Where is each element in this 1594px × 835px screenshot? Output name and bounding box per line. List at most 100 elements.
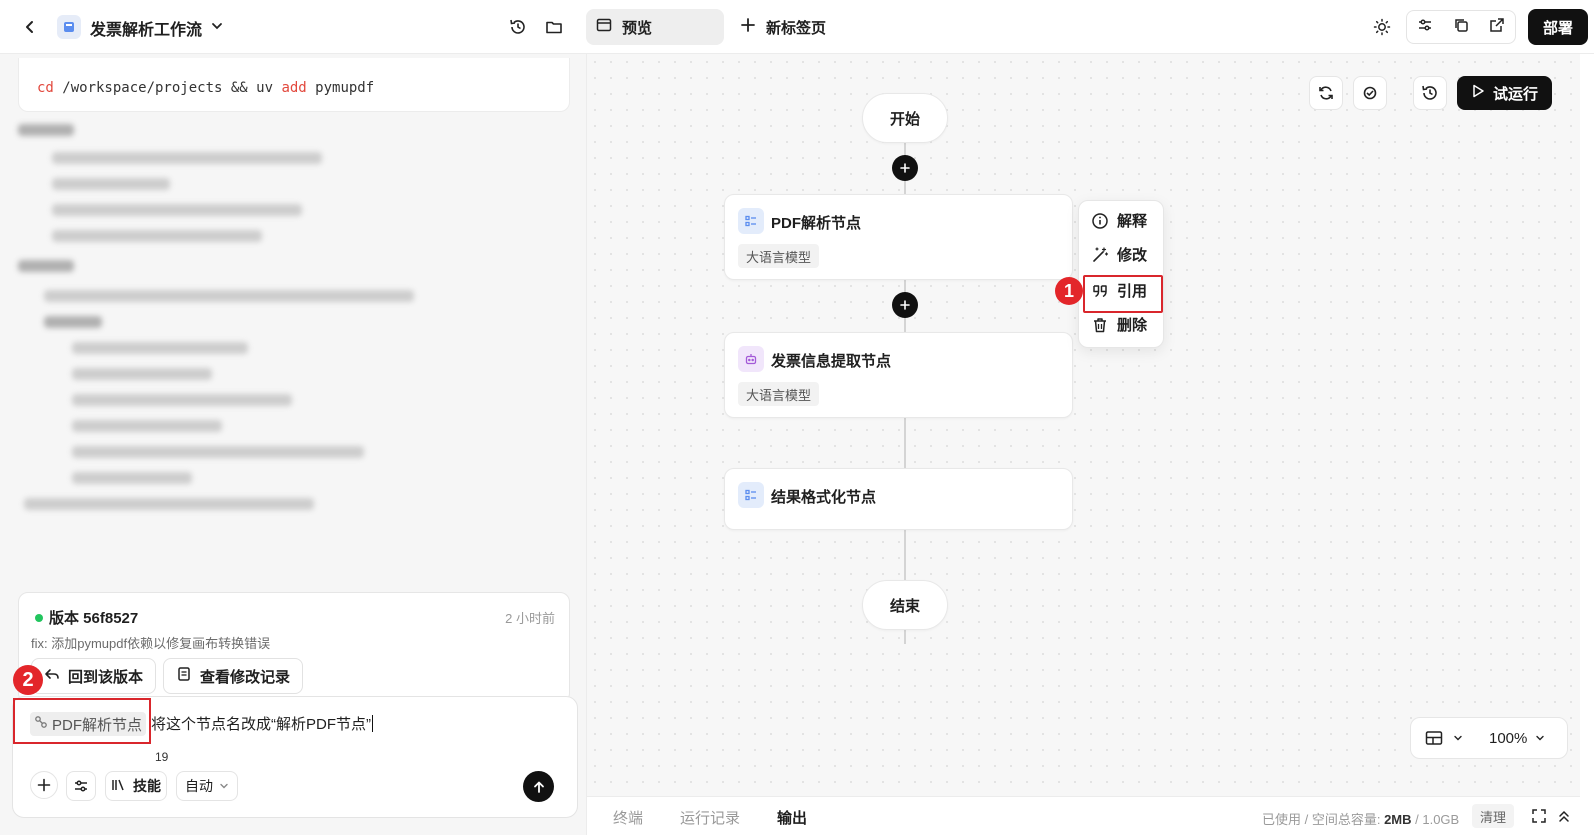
trash-icon bbox=[1094, 317, 1106, 332]
node-card-invoice-extract[interactable]: 发票信息提取节点 大语言模型 bbox=[724, 332, 1073, 418]
tab-new[interactable]: 新标签页 bbox=[740, 9, 826, 45]
settings-sliders-icon[interactable] bbox=[1417, 17, 1433, 38]
tab-preview-label: 预览 bbox=[622, 19, 653, 37]
tab-terminal[interactable]: 终端 bbox=[613, 807, 643, 828]
mode-select[interactable]: 自动 bbox=[176, 771, 238, 801]
fullscreen-icon[interactable] bbox=[1531, 808, 1547, 829]
node-link-icon bbox=[34, 715, 48, 733]
tab-run-history[interactable]: 运行记录 bbox=[680, 807, 740, 828]
robot-node-icon bbox=[738, 346, 764, 372]
chat-panel: cd /workspace/projects && uv add pymupdf… bbox=[0, 54, 586, 835]
menu-item-label: 解释 bbox=[1117, 213, 1148, 230]
node-card-result-format[interactable]: 结果格式化节点 bbox=[724, 468, 1073, 530]
library-icon bbox=[111, 778, 127, 795]
bottom-panel-bar: 终端 运行记录 输出 已使用 / 空间总容量: 2MB / 1.0GB 清理 bbox=[586, 796, 1580, 835]
copy-icon[interactable] bbox=[1453, 17, 1469, 38]
folder-icon[interactable] bbox=[542, 15, 566, 39]
tab-preview[interactable]: 预览 bbox=[586, 9, 724, 45]
add-attachment-button[interactable] bbox=[30, 771, 58, 799]
chevron-down-icon[interactable] bbox=[208, 17, 226, 35]
zoom-level: 100% bbox=[1489, 729, 1528, 747]
storage-prefix: 已使用 / 空间总容量: bbox=[1262, 812, 1385, 827]
theme-sun-icon[interactable] bbox=[1370, 15, 1394, 39]
menu-item-label: 修改 bbox=[1117, 247, 1148, 264]
revert-version-label: 回到该版本 bbox=[68, 668, 144, 686]
list-node-icon bbox=[738, 208, 764, 234]
chat-input-text[interactable]: 将这个节点名改成“解析PDF节点” bbox=[151, 713, 373, 734]
menu-item-modify[interactable]: 修改 bbox=[1091, 244, 1147, 265]
app-title[interactable]: 发票解析工作流 bbox=[90, 16, 202, 40]
collapse-up-icon[interactable] bbox=[1557, 808, 1571, 829]
start-node[interactable]: 开始 bbox=[862, 93, 948, 143]
code-keyword: cd bbox=[37, 80, 54, 96]
storage-total: 1.0GB bbox=[1422, 812, 1460, 827]
clear-button[interactable]: 清理 bbox=[1472, 804, 1515, 828]
layout-toggle[interactable] bbox=[1425, 730, 1463, 746]
send-button[interactable] bbox=[523, 771, 554, 802]
code-keyword: add bbox=[281, 80, 307, 96]
app-icon bbox=[57, 15, 81, 39]
undo-arrow-icon bbox=[44, 666, 60, 686]
magic-wand-icon bbox=[1093, 246, 1109, 262]
menu-item-label: 引用 bbox=[1117, 283, 1148, 300]
refresh-icon[interactable] bbox=[1352, 76, 1387, 110]
browser-window-icon bbox=[596, 17, 612, 38]
menu-item-reference[interactable]: 引用 bbox=[1091, 280, 1147, 301]
node-tag: 大语言模型 bbox=[738, 244, 820, 268]
reference-chip[interactable]: PDF解析节点 bbox=[30, 712, 147, 736]
zoom-control: 100% bbox=[1410, 717, 1568, 759]
skills-button[interactable]: 技能 bbox=[105, 771, 167, 801]
skills-count: 19 bbox=[155, 750, 169, 764]
view-history-label: 查看修改记录 bbox=[200, 668, 291, 686]
node-tag: 大语言模型 bbox=[738, 382, 820, 406]
chat-input-box[interactable]: PDF解析节点 将这个节点名改成“解析PDF节点” 19 技能 自动 bbox=[12, 696, 578, 818]
chevron-down-icon bbox=[1454, 735, 1462, 741]
zoom-select[interactable]: 100% bbox=[1489, 730, 1545, 747]
storage-usage: 已使用 / 空间总容量: 2MB / 1.0GB bbox=[1262, 809, 1459, 828]
history-icon[interactable] bbox=[1412, 76, 1447, 110]
deploy-button[interactable]: 部署 bbox=[1528, 9, 1588, 45]
canvas-toolbar: 试运行 bbox=[1308, 76, 1552, 110]
code-snippet: cd /workspace/projects && uv add pymupdf bbox=[18, 58, 570, 112]
version-title: 版本 56f8527 bbox=[49, 610, 139, 627]
list-node-icon bbox=[738, 482, 764, 508]
tab-new-label: 新标签页 bbox=[766, 19, 827, 37]
version-time: 2 小时前 bbox=[505, 611, 555, 626]
view-history-button[interactable]: 查看修改记录 bbox=[163, 658, 304, 694]
layout-icon bbox=[1425, 731, 1443, 745]
add-node-button[interactable] bbox=[892, 155, 918, 181]
add-node-button[interactable] bbox=[892, 292, 918, 318]
document-icon bbox=[176, 666, 192, 686]
node-context-menu: 解释 修改 引用 删除 bbox=[1078, 200, 1164, 348]
end-node[interactable]: 结束 bbox=[862, 580, 948, 630]
menu-item-delete[interactable]: 删除 bbox=[1091, 314, 1147, 335]
menu-item-label: 删除 bbox=[1117, 317, 1148, 334]
storage-separator: / bbox=[1411, 812, 1423, 827]
chevron-down-icon bbox=[219, 778, 229, 794]
info-icon bbox=[1092, 212, 1108, 229]
annotation-badge-1: 1 bbox=[1055, 277, 1083, 305]
status-dot bbox=[35, 614, 43, 622]
revert-version-button[interactable]: 回到该版本 bbox=[31, 658, 157, 694]
node-card-pdf-parse[interactable]: PDF解析节点 大语言模型 bbox=[724, 194, 1073, 280]
menu-item-explain[interactable]: 解释 bbox=[1091, 210, 1147, 231]
mode-label: 自动 bbox=[185, 778, 213, 794]
external-link-icon[interactable] bbox=[1489, 17, 1505, 38]
blurred-message-content bbox=[10, 120, 480, 590]
tab-output[interactable]: 输出 bbox=[777, 807, 807, 828]
code-text: pymupdf bbox=[306, 80, 375, 96]
chat-input-value: 将这个节点名改成“解析PDF节点” bbox=[151, 716, 371, 733]
version-description: fix: 添加pymupdf依赖以修复画布转换错误 bbox=[31, 636, 271, 651]
input-settings-button[interactable] bbox=[66, 771, 96, 801]
version-card: 版本 56f8527 2 小时前 fix: 添加pymupdf依赖以修复画布转换… bbox=[18, 592, 570, 703]
top-icon-group bbox=[1406, 10, 1516, 44]
test-run-button[interactable]: 试运行 bbox=[1456, 76, 1552, 110]
code-text: /workspace/projects && uv bbox=[53, 80, 282, 96]
sync-icon[interactable] bbox=[1308, 76, 1343, 110]
node-title: 发票信息提取节点 bbox=[771, 353, 892, 370]
quote-icon bbox=[1093, 284, 1107, 297]
workflow-canvas[interactable]: 试运行 开始 PDF解析节点 大语言模型 发票信息提取节点 大语言模型 结果格式… bbox=[586, 54, 1580, 796]
back-arrow-icon[interactable] bbox=[18, 15, 42, 39]
skills-label: 技能 bbox=[133, 778, 161, 794]
history-icon[interactable] bbox=[506, 15, 530, 39]
